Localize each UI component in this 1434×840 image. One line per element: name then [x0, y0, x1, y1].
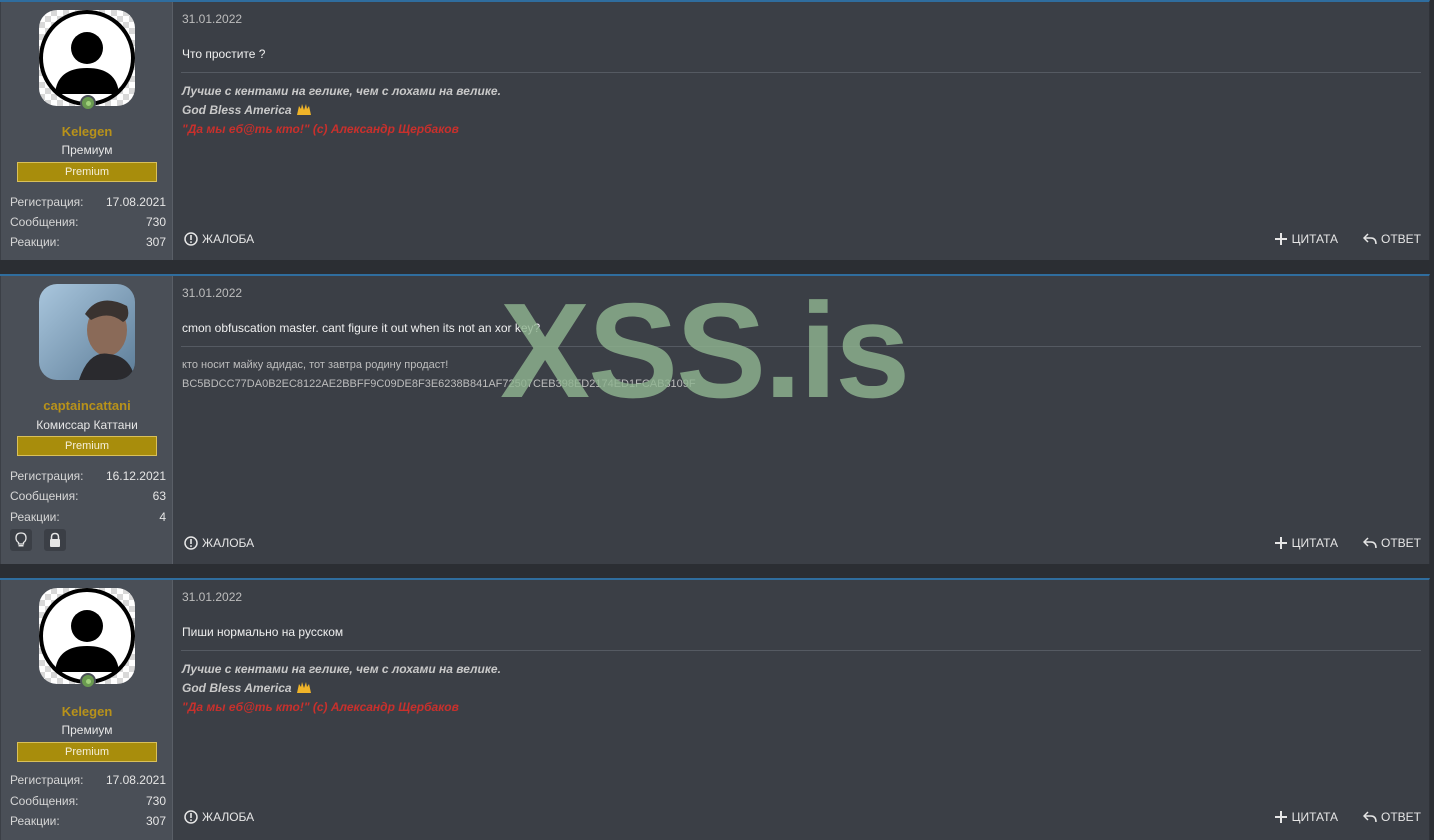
signature-line: "Да мы еб@ть кто!" (c) Александр Щербако… [182, 700, 459, 714]
signature-divider [181, 72, 1421, 73]
online-status-icon [80, 95, 96, 111]
exclamation-circle-icon [184, 536, 198, 550]
signature-line: God Bless America [182, 103, 292, 117]
plus-icon [1274, 233, 1287, 245]
stat-label: Реакции: [10, 235, 60, 249]
stat-label: Реакции: [10, 510, 60, 524]
signature: Лучше с кентами на гелике, чем с лохами … [182, 660, 501, 717]
post-date[interactable]: 31.01.2022 [182, 12, 242, 26]
stat-label: Регистрация: [10, 195, 84, 209]
post-date[interactable]: 31.01.2022 [182, 286, 242, 300]
stat-label: Сообщения: [10, 489, 79, 503]
stat-label: Регистрация: [10, 773, 84, 787]
stat-label: Сообщения: [10, 215, 79, 229]
signature-line: Лучше с кентами на гелике, чем с лохами … [182, 662, 501, 676]
reply-label: ОТВЕТ [1380, 536, 1421, 550]
quote-button[interactable]: ЦИТАТА [1274, 232, 1338, 246]
quote-label: ЦИТАТА [1291, 536, 1338, 550]
user-panel: captaincattani Комиссар Каттани Premium … [1, 276, 173, 564]
post: Kelegen Премиум Premium Регистрация: 17.… [0, 578, 1430, 840]
report-button[interactable]: ЖАЛОБА [184, 810, 254, 824]
reply-button[interactable]: ОТВЕТ [1362, 232, 1421, 246]
stat-value: 4 [159, 510, 166, 524]
report-button[interactable]: ЖАЛОБА [184, 536, 254, 550]
stat-value: 16.12.2021 [105, 469, 166, 483]
stat-value: 730 [145, 794, 166, 808]
stat-label: Регистрация: [10, 469, 84, 483]
exclamation-circle-icon [184, 232, 198, 246]
raised-hands-icon [296, 104, 311, 115]
user-title: Премиум [61, 723, 113, 737]
reply-button[interactable]: ОТВЕТ [1362, 536, 1421, 550]
stat-value: 17.08.2021 [105, 773, 166, 787]
reply-icon [1362, 537, 1377, 549]
premium-badge: Premium [17, 742, 157, 762]
post: captaincattani Комиссар Каттани Premium … [0, 274, 1430, 564]
post-date[interactable]: 31.01.2022 [182, 590, 242, 604]
premium-badge: Premium [17, 162, 157, 182]
username[interactable]: Kelegen [1, 124, 173, 139]
user-panel: Kelegen Премиум Premium Регистрация: 17.… [1, 580, 173, 840]
reply-label: ОТВЕТ [1380, 810, 1421, 824]
reply-label: ОТВЕТ [1380, 232, 1421, 246]
signature-line: God Bless America [182, 681, 292, 695]
stat-value: 307 [145, 235, 166, 249]
post-message: Что простите ? [182, 47, 266, 61]
post-message: Пиши нормально на русском [182, 625, 344, 639]
quote-button[interactable]: ЦИТАТА [1274, 810, 1338, 824]
report-label: ЖАЛОБА [202, 536, 255, 550]
online-status-icon [80, 673, 96, 689]
signature-line: кто носит майку адидас, тот завтра родин… [182, 359, 449, 371]
stat-label: Сообщения: [10, 794, 79, 808]
stat-value: 730 [145, 215, 166, 229]
exclamation-circle-icon [184, 810, 198, 824]
lock-icon[interactable] [44, 529, 67, 551]
post: Kelegen Премиум Premium Регистрация: 17.… [0, 0, 1430, 260]
reply-icon [1362, 811, 1377, 823]
quote-label: ЦИТАТА [1291, 232, 1338, 246]
stat-value: 17.08.2021 [105, 195, 166, 209]
stat-label: Реакции: [10, 814, 60, 828]
report-button[interactable]: ЖАЛОБА [184, 232, 254, 246]
avatar[interactable] [39, 284, 135, 380]
username[interactable]: Kelegen [1, 704, 173, 719]
report-label: ЖАЛОБА [202, 810, 255, 824]
reply-icon [1362, 233, 1377, 245]
quote-button[interactable]: ЦИТАТА [1274, 536, 1338, 550]
plus-icon [1274, 811, 1287, 823]
lightbulb-icon[interactable] [10, 529, 32, 551]
quote-label: ЦИТАТА [1291, 810, 1338, 824]
avatar[interactable] [39, 588, 135, 684]
user-panel: Kelegen Премиум Premium Регистрация: 17.… [1, 2, 173, 260]
avatar[interactable] [39, 10, 135, 106]
signature-line: BC5BDCC77DA0B2EC8122AE2BBFF9C09DE8F3E623… [182, 378, 696, 390]
stat-value: 63 [152, 489, 166, 503]
post-message: cmon obfuscation master. cant figure it … [182, 321, 541, 335]
signature-line: "Да мы еб@ть кто!" (c) Александр Щербако… [182, 122, 459, 136]
plus-icon [1274, 537, 1287, 549]
signature: Лучше с кентами на гелике, чем с лохами … [182, 82, 501, 139]
signature-divider [181, 346, 1421, 347]
signature: кто носит майку адидас, тот завтра родин… [182, 356, 696, 394]
username[interactable]: captaincattani [1, 398, 173, 413]
report-label: ЖАЛОБА [202, 232, 255, 246]
user-title: Комиссар Каттани [36, 418, 138, 432]
premium-badge: Premium [17, 436, 157, 456]
signature-divider [181, 650, 1421, 651]
trophy-icons [10, 529, 74, 551]
signature-line: Лучше с кентами на гелике, чем с лохами … [182, 84, 501, 98]
reply-button[interactable]: ОТВЕТ [1362, 810, 1421, 824]
user-title: Премиум [61, 143, 113, 157]
raised-hands-icon [296, 682, 311, 693]
stat-value: 307 [145, 814, 166, 828]
